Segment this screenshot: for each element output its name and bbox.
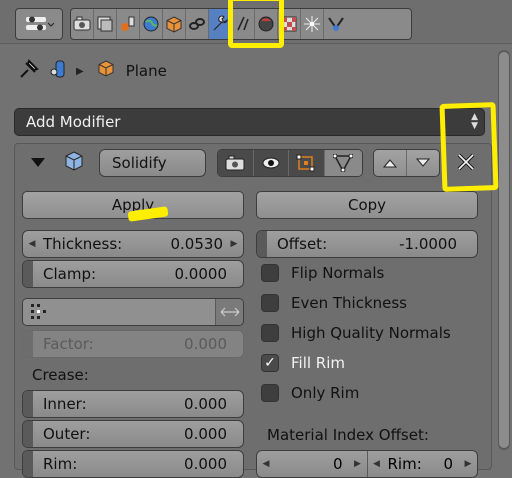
copy-button[interactable]: Copy <box>256 191 478 219</box>
checkbox-icon[interactable] <box>261 294 279 312</box>
offset-label: Offset: <box>277 235 328 253</box>
camera-icon[interactable] <box>218 150 254 176</box>
vertex-group-field[interactable] <box>22 298 244 326</box>
rim-label: Rim: <box>43 455 78 473</box>
modifier-move-buttons <box>373 149 440 177</box>
high-quality-normals-label: High Quality Normals <box>291 324 451 342</box>
decrement-arrow-icon[interactable]: ◀ <box>257 459 271 469</box>
move-down-icon[interactable] <box>407 150 439 176</box>
material-rim-value: 0 <box>443 455 453 473</box>
outer-label: Outer: <box>43 425 91 443</box>
move-up-icon[interactable] <box>374 150 407 176</box>
constraints-icon[interactable] <box>186 9 209 39</box>
add-modifier-label: Add Modifier <box>26 113 121 131</box>
decrement-arrow-icon[interactable]: ◀ <box>23 239 37 249</box>
factor-field[interactable]: Factor: 0.000 <box>22 330 244 358</box>
modifier-visibility-toggles <box>217 149 363 177</box>
material-rim-field[interactable]: ◀ Rim: 0 ▶ <box>367 451 477 477</box>
collapse-icon[interactable] <box>30 154 46 173</box>
clamp-field[interactable]: Clamp: 0.0000 <box>22 260 244 288</box>
flip-normals-checkbox[interactable]: Flip Normals <box>261 264 384 282</box>
material-index-offset-label: Material Index Offset: <box>267 426 429 444</box>
scene-icon[interactable] <box>117 9 140 39</box>
checkbox-icon[interactable] <box>261 384 279 402</box>
crease-rim-field[interactable]: Rim: 0.000 <box>22 450 244 478</box>
flip-normals-label: Flip Normals <box>291 264 385 282</box>
thickness-value: 0.0530 <box>170 235 224 253</box>
material-offset-value: 0 <box>332 455 343 473</box>
editor-type-selector[interactable] <box>15 8 63 40</box>
vertex-group-icon <box>31 304 46 319</box>
factor-value: 0.000 <box>184 335 227 353</box>
rim-slider-fill <box>23 451 33 477</box>
object-icon[interactable] <box>163 9 186 39</box>
render-layers-icon[interactable] <box>94 9 117 39</box>
checkbox-icon[interactable] <box>261 264 279 282</box>
offset-value: -1.0000 <box>399 235 457 253</box>
crease-inner-field[interactable]: Inner: 0.000 <box>22 390 244 418</box>
editor-type-icon[interactable] <box>16 9 62 39</box>
add-modifier-dropdown[interactable]: Add Modifier ▲ ▼ <box>14 108 485 136</box>
modifier-name: Solidify <box>112 154 167 172</box>
object-name: Plane <box>125 62 167 80</box>
checkbox-icon[interactable] <box>261 324 279 342</box>
swap-icon[interactable] <box>215 299 243 325</box>
crease-outer-field[interactable]: Outer: 0.000 <box>22 420 244 448</box>
outer-slider-fill <box>23 421 33 447</box>
material-rim-label: Rim: <box>387 455 422 473</box>
pin-icon[interactable] <box>18 58 40 84</box>
editmode-icon[interactable] <box>289 150 325 176</box>
clamp-slider-fill <box>23 261 33 287</box>
even-thickness-checkbox[interactable]: Even Thickness <box>261 294 407 312</box>
particles-icon[interactable] <box>301 9 324 39</box>
offset-slider-fill <box>257 231 267 257</box>
eye-icon[interactable] <box>253 150 290 176</box>
inner-value: 0.000 <box>184 395 227 413</box>
object-data-icon <box>48 58 70 84</box>
only-rim-label: Only Rim <box>291 384 360 402</box>
offset-field[interactable]: Offset: -1.0000 <box>256 230 478 258</box>
rim-value: 0.000 <box>184 455 227 473</box>
increment-arrow-icon[interactable]: ▶ <box>353 459 367 469</box>
mesh-icon <box>62 149 86 179</box>
fill-rim-label: Fill Rim <box>291 354 346 372</box>
physics-icon[interactable] <box>324 9 347 39</box>
material-offset-field[interactable]: ◀ 0 ▶ <box>257 451 368 477</box>
breadcrumb: ▶ Plane <box>18 58 167 84</box>
copy-label: Copy <box>347 196 387 214</box>
checkmark-icon[interactable]: ✓ <box>261 354 279 372</box>
thickness-label: Thickness: <box>43 235 123 253</box>
cage-icon[interactable] <box>324 150 362 176</box>
factor-slider-fill <box>23 331 33 357</box>
material-offset-fields: ◀ 0 ▶ ◀ Rim: 0 ▶ <box>256 450 478 478</box>
thickness-field[interactable]: ◀ Thickness: 0.0530 ▶ <box>22 230 244 258</box>
outer-value: 0.000 <box>184 425 227 443</box>
factor-label: Factor: <box>43 335 94 353</box>
crease-label: Crease: <box>32 366 89 384</box>
highlight-modifiers-tab <box>228 0 284 48</box>
decrement-arrow-icon[interactable]: ◀ <box>368 459 382 469</box>
clamp-value: 0.0000 <box>174 265 228 283</box>
vertex-group-input[interactable] <box>23 299 215 325</box>
modifier-name-field[interactable]: Solidify <box>99 149 206 177</box>
inner-slider-fill <box>23 391 33 417</box>
breadcrumb-separator-icon: ▶ <box>76 65 84 77</box>
fill-rim-checkbox[interactable]: ✓ Fill Rim <box>261 354 345 372</box>
render-icon[interactable] <box>71 9 94 39</box>
increment-arrow-icon[interactable]: ▶ <box>463 459 477 469</box>
even-thickness-label: Even Thickness <box>291 294 407 312</box>
scrollbar-thumb[interactable] <box>499 52 509 448</box>
world-icon[interactable] <box>140 9 163 39</box>
inner-label: Inner: <box>43 395 87 413</box>
only-rim-checkbox[interactable]: Only Rim <box>261 384 359 402</box>
increment-arrow-icon[interactable]: ▶ <box>229 239 243 249</box>
mesh-object-icon <box>96 59 116 83</box>
clamp-label: Clamp: <box>43 265 97 283</box>
high-quality-normals-checkbox[interactable]: High Quality Normals <box>261 324 451 342</box>
highlight-close-button <box>439 102 499 192</box>
